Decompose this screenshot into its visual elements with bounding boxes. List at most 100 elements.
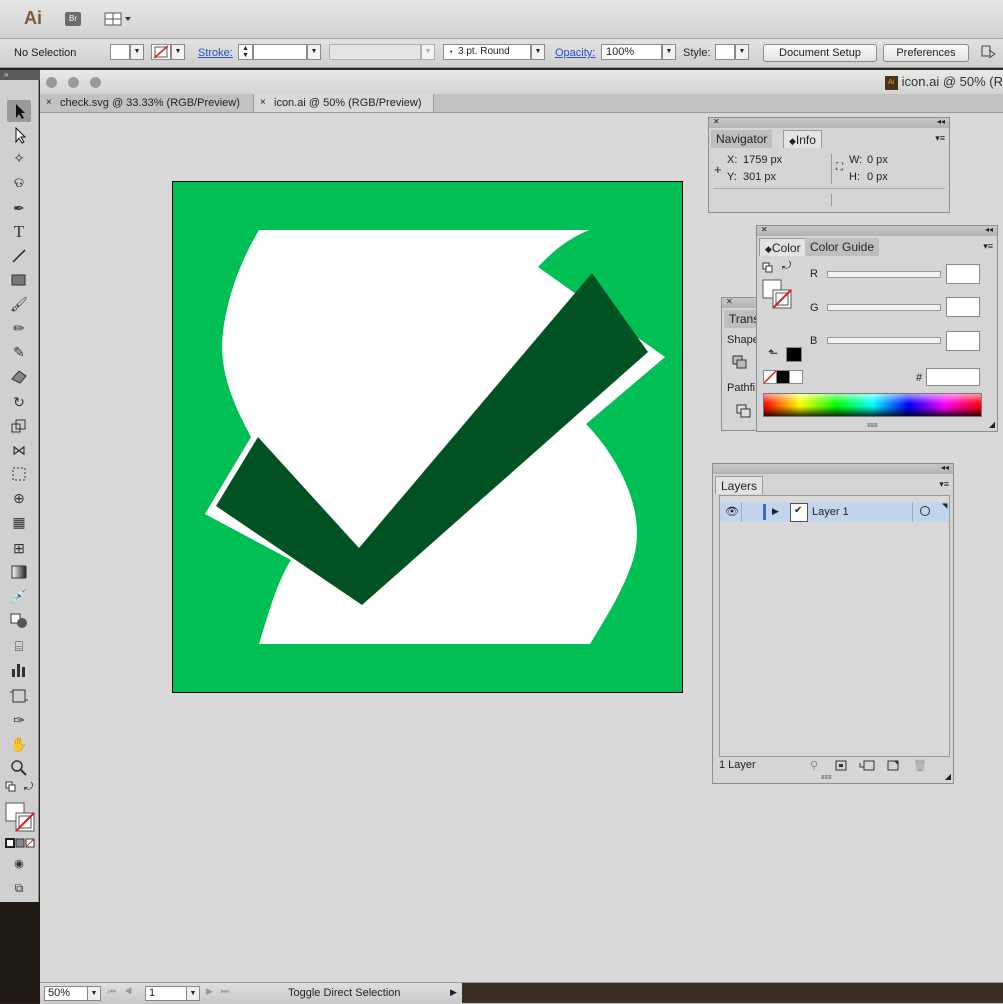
screen-mode-tool[interactable]: ⧉ bbox=[7, 877, 31, 899]
eye-visibility-icon[interactable]: 👁 bbox=[725, 505, 739, 518]
close-panel-icon[interactable]: ✕ bbox=[726, 297, 733, 306]
horizontal-scrollbar-track[interactable] bbox=[462, 983, 1003, 1003]
tab-check-svg[interactable]: × check.svg @ 33.33% (RGB/Preview) bbox=[40, 94, 254, 112]
b-value-input[interactable] bbox=[946, 331, 980, 351]
tab-navigator[interactable]: Navigator bbox=[711, 130, 773, 148]
pen-tool[interactable]: ✒ bbox=[7, 197, 31, 219]
status-menu-arrow[interactable]: ▶ bbox=[450, 987, 457, 998]
zoom-dropdown[interactable]: ▼ bbox=[87, 986, 101, 1001]
rectangle-tool[interactable] bbox=[7, 269, 31, 291]
document-setup-button[interactable]: Document Setup bbox=[763, 44, 877, 62]
collapse-panel-icon[interactable]: ◂◂ bbox=[985, 225, 993, 234]
clipping-mask-button[interactable] bbox=[835, 760, 847, 774]
rotate-tool[interactable]: ↻ bbox=[7, 391, 31, 413]
fill-swatch[interactable] bbox=[110, 44, 130, 60]
blob-brush-tool[interactable]: ✎ bbox=[7, 341, 31, 363]
default-colors-button[interactable] bbox=[5, 781, 17, 796]
gradient-tool[interactable] bbox=[7, 561, 31, 583]
tab-color[interactable]: ◆Color bbox=[759, 238, 807, 256]
stroke-link[interactable]: Stroke: bbox=[198, 47, 233, 59]
preferences-button[interactable]: Preferences bbox=[883, 44, 969, 62]
style-dropdown[interactable]: ▼ bbox=[735, 44, 749, 60]
direct-selection-tool[interactable] bbox=[7, 124, 31, 146]
panel-drag-bar[interactable]: ◂◂ bbox=[713, 463, 953, 474]
fill-dropdown[interactable]: ▼ bbox=[130, 44, 144, 60]
eyedropper-tool[interactable]: 💉 bbox=[7, 585, 31, 607]
eraser-tool[interactable] bbox=[7, 365, 31, 387]
close-panel-icon[interactable]: ✕ bbox=[713, 117, 720, 126]
panel-drag-bar[interactable]: ✕ bbox=[722, 297, 760, 308]
arrange-documents-button[interactable] bbox=[104, 12, 132, 26]
new-sublayer-button[interactable] bbox=[859, 760, 875, 774]
layer-name[interactable]: Layer 1 bbox=[812, 506, 849, 518]
bridge-button[interactable]: Br bbox=[65, 12, 81, 26]
minimize-window-button[interactable] bbox=[68, 77, 79, 88]
mesh-tool[interactable]: ⊞ bbox=[7, 537, 31, 559]
zoom-window-button[interactable] bbox=[90, 77, 101, 88]
color-spectrum[interactable] bbox=[763, 393, 982, 417]
opacity-dropdown[interactable]: ▼ bbox=[662, 44, 676, 60]
tab-icon-ai[interactable]: × icon.ai @ 50% (RGB/Preview) bbox=[254, 94, 434, 112]
unite-button[interactable] bbox=[732, 355, 748, 372]
collapse-panel-icon[interactable]: ◂◂ bbox=[941, 463, 949, 472]
g-slider[interactable] bbox=[827, 304, 941, 311]
last-color-swatch[interactable] bbox=[786, 347, 802, 362]
panel-menu-button[interactable]: ▾≡ bbox=[983, 241, 993, 252]
hex-input[interactable] bbox=[926, 368, 980, 386]
panel-menu-button[interactable]: ▾≡ bbox=[939, 479, 949, 490]
drawing-mode-tool[interactable]: ◉ bbox=[7, 853, 31, 875]
divide-button[interactable] bbox=[736, 404, 752, 421]
line-segment-tool[interactable] bbox=[7, 245, 31, 267]
default-colors-button[interactable] bbox=[762, 262, 774, 277]
panel-menu-button[interactable]: ▾≡ bbox=[935, 133, 945, 144]
first-prev-artboard-buttons[interactable]: ⏮◀ bbox=[108, 986, 140, 997]
selection-tool[interactable] bbox=[7, 100, 31, 122]
resize-grip[interactable]: ≡≡≡ bbox=[821, 775, 832, 781]
swap-colors-button[interactable]: ⤾ bbox=[24, 781, 33, 794]
resize-corner[interactable]: ◢ bbox=[945, 772, 951, 781]
artboard[interactable] bbox=[172, 181, 683, 693]
close-window-button[interactable] bbox=[46, 77, 57, 88]
scale-tool[interactable] bbox=[7, 415, 31, 437]
fill-stroke-indicator[interactable] bbox=[762, 279, 794, 314]
expand-arrow-icon[interactable]: ▶ bbox=[772, 506, 779, 517]
close-tab-icon[interactable]: × bbox=[46, 94, 52, 112]
magic-wand-tool[interactable]: ✧ bbox=[7, 147, 31, 169]
lasso-tool[interactable]: ଡ bbox=[7, 171, 31, 193]
r-value-input[interactable] bbox=[946, 264, 980, 284]
tab-info[interactable]: ◆Info bbox=[783, 130, 822, 148]
shape-builder-tool[interactable]: ⊕ bbox=[7, 487, 31, 509]
artboard-number-input[interactable]: 1 bbox=[145, 986, 191, 1001]
panel-drag-bar[interactable]: ✕ ◂◂ bbox=[757, 225, 997, 236]
stroke-weight-stepper[interactable]: ▲ ▼ bbox=[238, 44, 253, 60]
next-last-artboard-buttons[interactable]: ▶⏭ bbox=[206, 986, 237, 997]
style-swatch[interactable] bbox=[715, 44, 735, 60]
slice-tool[interactable]: ✑ bbox=[7, 709, 31, 731]
symbol-sprayer-tool[interactable]: ⌸ bbox=[7, 635, 31, 657]
r-slider[interactable] bbox=[827, 271, 941, 278]
artboard-tool[interactable] bbox=[7, 685, 31, 707]
color-mode-buttons[interactable] bbox=[5, 838, 35, 853]
layer-row[interactable]: 👁 ▶ ✔ Layer 1 ◥ bbox=[720, 502, 949, 522]
blend-tool[interactable] bbox=[7, 609, 31, 631]
type-tool[interactable]: T bbox=[7, 221, 31, 243]
pencil-tool[interactable]: ✏ bbox=[7, 317, 31, 339]
opacity-input[interactable]: 100% bbox=[601, 44, 662, 60]
stroke-dropdown[interactable]: ▼ bbox=[171, 44, 185, 60]
swap-colors-button[interactable]: ⤾ bbox=[782, 260, 791, 273]
close-panel-icon[interactable]: ✕ bbox=[761, 225, 768, 234]
stroke-weight-input[interactable] bbox=[253, 44, 307, 60]
quick-swatches[interactable] bbox=[763, 370, 803, 387]
target-icon[interactable] bbox=[920, 506, 930, 516]
control-panel-menu[interactable] bbox=[980, 45, 996, 62]
b-slider[interactable] bbox=[827, 337, 941, 344]
tab-layers[interactable]: Layers bbox=[715, 476, 764, 494]
new-layer-button[interactable] bbox=[887, 760, 899, 774]
resize-corner[interactable]: ◢ bbox=[989, 420, 995, 429]
brush-dropdown[interactable]: ▼ bbox=[531, 44, 545, 60]
paintbrush-tool[interactable]: 🖌 bbox=[7, 293, 31, 315]
column-graph-tool[interactable] bbox=[7, 659, 31, 681]
zoom-input[interactable]: 50% bbox=[44, 986, 90, 1001]
hand-tool[interactable]: ✋ bbox=[7, 733, 31, 755]
free-transform-tool[interactable] bbox=[7, 463, 31, 485]
